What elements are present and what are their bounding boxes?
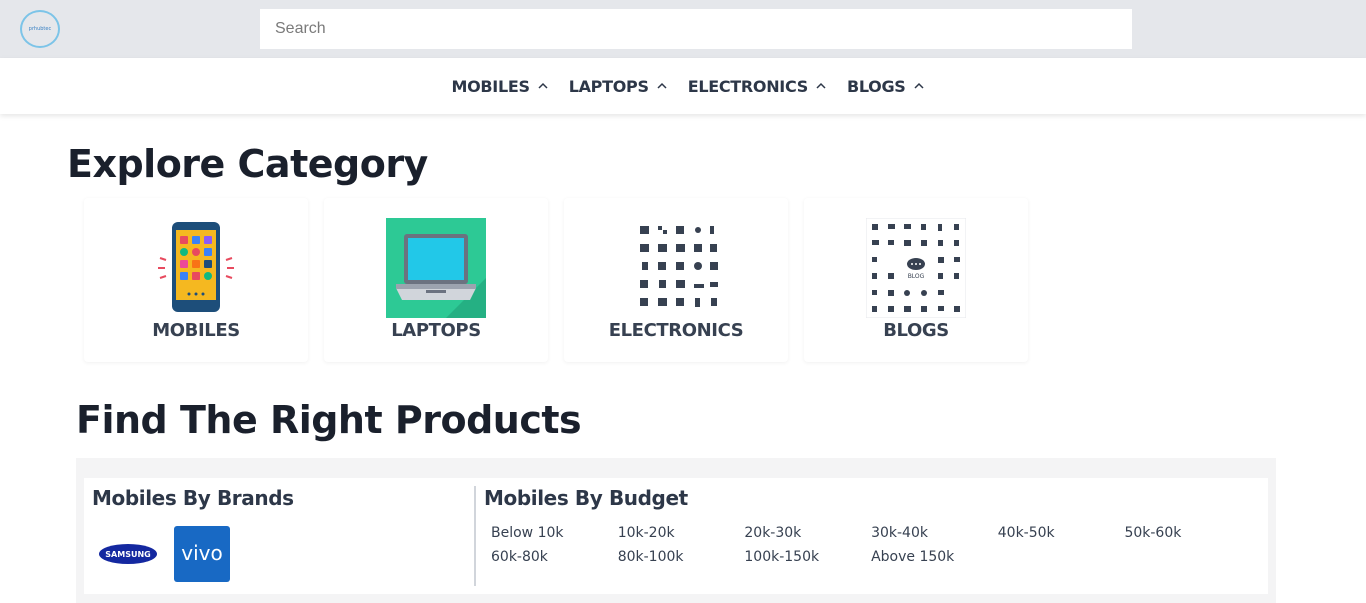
svg-text:BLOG: BLOG (908, 273, 925, 280)
category-label: ELECTRONICS (608, 320, 744, 341)
nav-item-mobiles[interactable]: MOBILES (451, 77, 548, 96)
laptop-icon (386, 218, 486, 318)
budget-link[interactable]: Above 150k (871, 548, 998, 566)
chevron-up-icon (538, 82, 548, 89)
category-label: MOBILES (152, 320, 240, 341)
budget-link[interactable]: 80k-100k (618, 548, 745, 566)
chevron-up-icon (657, 82, 667, 89)
site-logo[interactable]: prhubtec (20, 10, 60, 48)
nav-label: LAPTOPS (568, 76, 649, 96)
category-card-laptops[interactable]: LAPTOPS (324, 198, 548, 362)
budget-links: Below 10k 10k-20k 20k-30k 30k-40k 40k-50… (491, 524, 1261, 566)
budget-link[interactable]: 40k-50k (998, 524, 1125, 542)
chevron-up-icon (914, 82, 924, 89)
logo-text: prhubtec (28, 26, 52, 32)
nav-item-laptops[interactable]: LAPTOPS (569, 77, 668, 96)
electronics-icons-grid (640, 226, 718, 307)
budget-link[interactable]: 50k-60k (1124, 524, 1251, 542)
samsung-logo-icon: SAMSUNG (99, 544, 157, 564)
chevron-up-icon (816, 82, 826, 89)
nav-label: MOBILES (451, 76, 530, 96)
main-nav: MOBILES LAPTOPS ELECTRONICS BLOGS (0, 58, 1366, 114)
explore-category-heading: Explore Category (67, 142, 428, 186)
brands-title: Mobiles By Brands (92, 486, 294, 510)
brand-vivo-logo[interactable]: vivo (174, 526, 230, 582)
budget-link[interactable]: 60k-80k (491, 548, 618, 566)
budget-title: Mobiles By Budget (484, 486, 688, 510)
top-header: prhubtec (0, 0, 1366, 58)
search-input[interactable] (260, 9, 1132, 49)
budget-link[interactable]: 100k-150k (744, 548, 871, 566)
find-products-heading: Find The Right Products (76, 398, 582, 442)
category-card-mobiles[interactable]: MOBILES (84, 198, 308, 362)
brand-samsung-logo[interactable]: SAMSUNG (98, 540, 158, 568)
vivo-logo-icon: vivo (181, 541, 222, 565)
section-divider (474, 486, 476, 586)
category-label: BLOGS (883, 320, 949, 341)
budget-link[interactable]: Below 10k (491, 524, 618, 542)
smartphone-apps-icon (158, 222, 234, 312)
products-section: Mobiles By Brands SAMSUNG vivo Mobiles B… (76, 458, 1276, 603)
products-panel: Mobiles By Brands SAMSUNG vivo Mobiles B… (84, 478, 1268, 594)
nav-item-blogs[interactable]: BLOGS (847, 77, 925, 96)
brand-name: SAMSUNG (105, 550, 150, 559)
category-label: LAPTOPS (391, 320, 481, 341)
category-card-blogs[interactable]: BLOG BLOGS (804, 198, 1028, 362)
nav-item-electronics[interactable]: ELECTRONICS (688, 77, 827, 96)
budget-link[interactable]: 30k-40k (871, 524, 998, 542)
brand-name: vivo (181, 541, 222, 565)
nav-label: ELECTRONICS (687, 76, 809, 96)
budget-link[interactable]: 20k-30k (744, 524, 871, 542)
nav-label: BLOGS (846, 76, 906, 96)
budget-link[interactable]: 10k-20k (618, 524, 745, 542)
category-card-electronics[interactable]: ELECTRONICS (564, 198, 788, 362)
blog-icons-grid: BLOG (866, 218, 966, 318)
